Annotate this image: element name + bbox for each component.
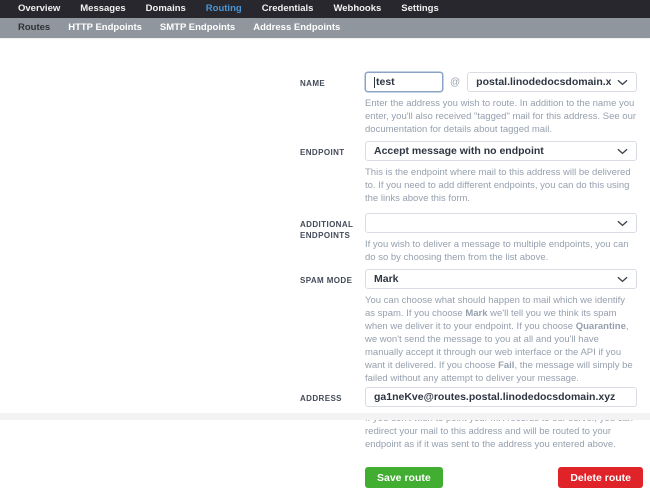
nav-item-overview[interactable]: Overview — [8, 0, 70, 18]
chevron-down-icon — [617, 148, 628, 155]
form-row-name: Name test @ postal.linodedocsdomain.xyz … — [300, 72, 650, 136]
name-label: Name — [300, 79, 326, 88]
chevron-down-icon — [617, 220, 628, 227]
delete-route-button[interactable]: Delete route — [558, 467, 643, 488]
routing-sub-navigation: Routes HTTP Endpoints SMTP Endpoints Add… — [0, 18, 650, 38]
nav-item-settings[interactable]: Settings — [391, 0, 448, 18]
address-input[interactable]: ga1neKve@routes.postal.linodedocsdomain.… — [365, 387, 637, 407]
form-row-additional-endpoints: Additional Endpoints If you wish to deli… — [300, 213, 650, 264]
endpoint-select-value: Accept message with no endpoint — [374, 145, 544, 157]
nav-item-routing[interactable]: Routing — [196, 0, 252, 18]
endpoint-help-text: This is the endpoint where mail to this … — [365, 167, 631, 204]
name-help-text: Enter the address you wish to route. In … — [365, 98, 637, 135]
nav-item-messages[interactable]: Messages — [70, 0, 135, 18]
subnav-item-address-endpoints[interactable]: Address Endpoints — [244, 18, 349, 38]
actions-spacer — [300, 467, 357, 488]
subnav-item-routes[interactable]: Routes — [9, 18, 59, 38]
route-edit-form: Name test @ postal.linodedocsdomain.xyz … — [0, 38, 650, 488]
additional-endpoints-help-text: If you wish to deliver a message to mult… — [365, 239, 629, 263]
subnav-item-smtp-endpoints[interactable]: SMTP Endpoints — [151, 18, 244, 38]
domain-select[interactable]: postal.linodedocsdomain.xyz — [467, 72, 637, 92]
endpoint-select[interactable]: Accept message with no endpoint — [365, 141, 637, 161]
form-row-endpoint: Endpoint Accept message with no endpoint… — [300, 141, 650, 205]
chevron-down-icon — [617, 79, 628, 86]
nav-item-credentials[interactable]: Credentials — [252, 0, 324, 18]
page-footer — [0, 413, 650, 420]
form-row-spam-mode: Spam Mode Mark You can choose what shoul… — [300, 269, 650, 385]
spam-mode-select[interactable]: Mark — [365, 269, 637, 289]
nav-item-domains[interactable]: Domains — [136, 0, 196, 18]
form-actions: Save route Delete route — [300, 467, 650, 488]
text-caret — [374, 76, 375, 88]
spam-mode-label: Spam Mode — [300, 276, 353, 285]
additional-endpoints-select[interactable] — [365, 213, 637, 233]
top-navigation: Overview Messages Domains Routing Creden… — [0, 0, 650, 18]
nav-item-webhooks[interactable]: Webhooks — [323, 0, 391, 18]
save-route-button[interactable]: Save route — [365, 467, 443, 488]
spam-mode-select-value: Mark — [374, 273, 399, 285]
at-symbol: @ — [450, 76, 461, 88]
spam-mode-help-text: You can choose what should happen to mai… — [365, 295, 633, 384]
chevron-down-icon — [617, 276, 628, 283]
endpoint-label: Endpoint — [300, 148, 345, 157]
additional-endpoints-label: Additional Endpoints — [300, 220, 354, 240]
domain-select-value: postal.linodedocsdomain.xyz — [476, 76, 611, 88]
subnav-item-http-endpoints[interactable]: HTTP Endpoints — [59, 18, 151, 38]
name-input-value: test — [376, 76, 395, 88]
address-input-value: ga1neKve@routes.postal.linodedocsdomain.… — [374, 391, 616, 403]
name-input[interactable]: test — [365, 72, 443, 92]
